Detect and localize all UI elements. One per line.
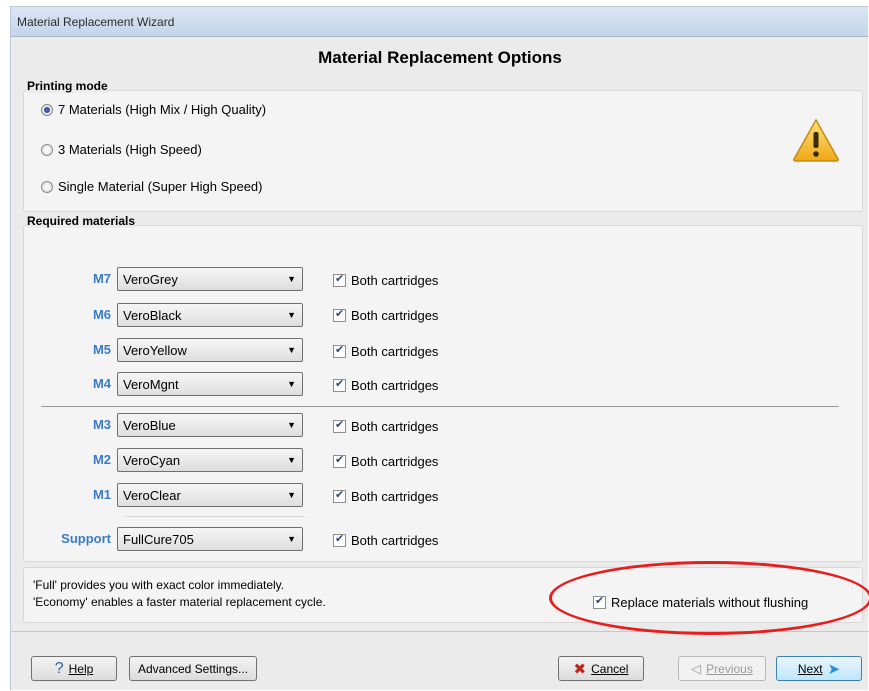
window-title: Material Replacement Wizard <box>17 15 175 29</box>
both-cartridges-m6-label: Both cartridges <box>351 308 439 323</box>
info-line-economy: 'Economy' enables a faster material repl… <box>33 595 326 609</box>
printing-mode-label: Printing mode <box>27 79 108 93</box>
material-select-m2-value: VeroCyan <box>123 453 181 468</box>
both-cartridges-m6[interactable]: Both cartridges <box>333 307 439 323</box>
warning-triangle-icon <box>793 118 839 162</box>
radio-single-material-button[interactable] <box>41 180 53 193</box>
radio-3-materials-button[interactable] <box>41 143 53 156</box>
material-select-m5-value: VeroYellow <box>123 343 187 358</box>
material-select-m6[interactable]: VeroBlack ▼ <box>117 303 303 327</box>
footer-divider <box>11 631 869 632</box>
chevron-down-icon: ▼ <box>287 420 296 430</box>
slot-label-m2: M2 <box>92 452 111 467</box>
both-cartridges-m7-checkbox[interactable] <box>333 272 346 287</box>
both-cartridges-support[interactable]: Both cartridges <box>333 532 439 548</box>
both-cartridges-m5-label: Both cartridges <box>351 344 439 359</box>
both-cartridges-m3-label: Both cartridges <box>351 419 439 434</box>
material-group-divider <box>41 406 839 407</box>
previous-button[interactable]: ◁ Previous <box>678 656 766 681</box>
material-select-m2[interactable]: VeroCyan ▼ <box>117 448 303 472</box>
replace-without-flushing-label: Replace materials without flushing <box>611 595 809 610</box>
both-cartridges-m3-checkbox[interactable] <box>333 418 346 433</box>
support-divider <box>125 516 305 517</box>
material-select-support[interactable]: FullCure705 ▼ <box>117 527 303 551</box>
radio-7-materials[interactable]: 7 Materials (High Mix / High Quality) <box>41 102 266 117</box>
both-cartridges-m5[interactable]: Both cartridges <box>333 343 439 359</box>
next-arrow-icon: ➤ <box>827 660 841 678</box>
material-select-support-value: FullCure705 <box>123 532 194 547</box>
chevron-down-icon: ▼ <box>287 345 296 355</box>
help-icon: ? <box>54 659 64 677</box>
both-cartridges-m7-label: Both cartridges <box>351 273 439 288</box>
both-cartridges-m7[interactable]: Both cartridges <box>333 272 439 288</box>
material-select-m4[interactable]: VeroMgnt ▼ <box>117 372 303 396</box>
chevron-down-icon: ▼ <box>287 455 296 465</box>
both-cartridges-m2-label: Both cartridges <box>351 454 439 469</box>
advanced-settings-button[interactable]: Advanced Settings... <box>129 656 257 681</box>
slot-label-m5: M5 <box>92 342 111 357</box>
chevron-down-icon: ▼ <box>287 379 296 389</box>
chevron-down-icon: ▼ <box>287 490 296 500</box>
radio-single-material[interactable]: Single Material (Super High Speed) <box>41 179 263 194</box>
next-button-label: Next <box>797 661 823 676</box>
both-cartridges-m1-label: Both cartridges <box>351 489 439 504</box>
chevron-down-icon: ▼ <box>287 534 296 544</box>
help-button-label: Help <box>68 661 94 676</box>
both-cartridges-m5-checkbox[interactable] <box>333 343 346 358</box>
material-select-m5[interactable]: VeroYellow ▼ <box>117 338 303 362</box>
material-select-m4-value: VeroMgnt <box>123 377 179 392</box>
help-button[interactable]: ? Help <box>31 656 117 681</box>
back-arrow-icon: ◁ <box>691 660 702 676</box>
replace-without-flushing[interactable]: Replace materials without flushing <box>593 594 809 610</box>
slot-label-m6: M6 <box>92 307 111 322</box>
both-cartridges-support-label: Both cartridges <box>351 533 439 548</box>
material-select-m3[interactable]: VeroBlue ▼ <box>117 413 303 437</box>
both-cartridges-m4[interactable]: Both cartridges <box>333 377 439 393</box>
material-select-m1-value: VeroClear <box>123 488 181 503</box>
both-cartridges-support-checkbox[interactable] <box>333 532 346 547</box>
radio-3-materials[interactable]: 3 Materials (High Speed) <box>41 142 202 157</box>
slot-label-support: Support <box>61 531 111 546</box>
cancel-button-label: Cancel <box>591 661 629 676</box>
radio-7-materials-button[interactable] <box>41 103 53 116</box>
chevron-down-icon: ▼ <box>287 274 296 284</box>
cancel-icon: ✖ <box>573 660 587 678</box>
cancel-button[interactable]: ✖ Cancel <box>558 656 644 681</box>
material-select-m1[interactable]: VeroClear ▼ <box>117 483 303 507</box>
both-cartridges-m4-checkbox[interactable] <box>333 377 346 392</box>
next-button[interactable]: Next ➤ <box>776 656 862 681</box>
radio-7-materials-label: 7 Materials (High Mix / High Quality) <box>58 102 267 117</box>
info-line-full: 'Full' provides you with exact color imm… <box>33 578 285 592</box>
both-cartridges-m4-label: Both cartridges <box>351 378 439 393</box>
required-materials-label: Required materials <box>27 214 136 228</box>
both-cartridges-m6-checkbox[interactable] <box>333 307 346 322</box>
replace-without-flushing-checkbox[interactable] <box>593 594 606 609</box>
radio-3-materials-label: 3 Materials (High Speed) <box>58 142 202 157</box>
material-select-m7[interactable]: VeroGrey ▼ <box>117 267 303 291</box>
material-select-m6-value: VeroBlack <box>123 308 182 323</box>
previous-button-label: Previous <box>706 661 753 676</box>
info-text: 'Full' provides you with exact color imm… <box>33 577 326 611</box>
both-cartridges-m2-checkbox[interactable] <box>333 453 346 468</box>
both-cartridges-m3[interactable]: Both cartridges <box>333 418 439 434</box>
material-select-m7-value: VeroGrey <box>123 272 178 287</box>
chevron-down-icon: ▼ <box>287 310 296 320</box>
slot-label-m1: M1 <box>92 487 111 502</box>
title-bar[interactable]: Material Replacement Wizard <box>11 7 868 37</box>
both-cartridges-m1[interactable]: Both cartridges <box>333 488 439 504</box>
material-select-m3-value: VeroBlue <box>123 418 176 433</box>
radio-single-material-label: Single Material (Super High Speed) <box>58 179 263 194</box>
slot-label-m3: M3 <box>92 417 111 432</box>
advanced-settings-label: Advanced Settings... <box>137 661 249 676</box>
page-title: Material Replacement Options <box>318 48 562 67</box>
slot-label-m4: M4 <box>92 376 111 391</box>
both-cartridges-m2[interactable]: Both cartridges <box>333 453 439 469</box>
slot-label-m7: M7 <box>92 271 111 286</box>
wizard-window: Material Replacement Wizard Material Rep… <box>10 6 869 690</box>
both-cartridges-m1-checkbox[interactable] <box>333 488 346 503</box>
